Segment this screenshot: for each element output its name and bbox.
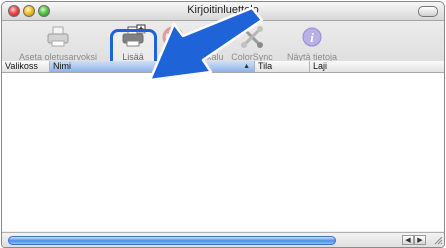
svg-text:i: i [310, 30, 314, 45]
toolbar-toggle-button[interactable] [418, 6, 438, 17]
printer-default-icon [47, 26, 69, 47]
horizontal-scrollbar[interactable]: ◀ ▶ [2, 232, 444, 247]
utility-icon [198, 37, 218, 48]
delete-icon [162, 26, 184, 48]
column-header-label: Nimi [53, 61, 71, 71]
info-icon: i [302, 27, 322, 47]
resize-grip-icon[interactable] [433, 235, 443, 245]
printer-list-window: Kirjoitinluettelo Aseta oletusarvoksi Li [1, 1, 445, 248]
scroll-thumb[interactable] [8, 236, 336, 245]
column-header-tila[interactable]: Tila [255, 61, 310, 72]
sort-ascending-icon: ▲ [243, 63, 250, 70]
title-bar[interactable]: Kirjoitinluettelo [2, 2, 444, 21]
toolbar-info-button[interactable]: i Näytä tietoja [282, 24, 342, 62]
window-title: Kirjoitinluettelo [187, 4, 259, 16]
scroll-right-button[interactable]: ▶ [414, 235, 426, 245]
table-header: Valikoss Nimi ▲ Tila Laji [2, 61, 444, 73]
toolbar-set-default-button[interactable]: Aseta oletusarvoksi [8, 24, 108, 62]
scroll-left-button[interactable]: ◀ [402, 235, 414, 245]
column-header-laji[interactable]: Laji [310, 61, 444, 72]
printer-table[interactable]: Valikoss Nimi ▲ Tila Laji [2, 61, 444, 231]
colorsync-icon [241, 26, 263, 48]
toolbar-utility-button[interactable]: Työkalu [188, 24, 228, 62]
column-header-nimi[interactable]: Nimi ▲ [50, 61, 255, 72]
toolbar-colorsync-button[interactable]: ColorSync [228, 24, 276, 62]
column-header-valikossa[interactable]: Valikoss [2, 61, 50, 72]
toolbar-delete-button[interactable]: Poista [155, 24, 191, 62]
